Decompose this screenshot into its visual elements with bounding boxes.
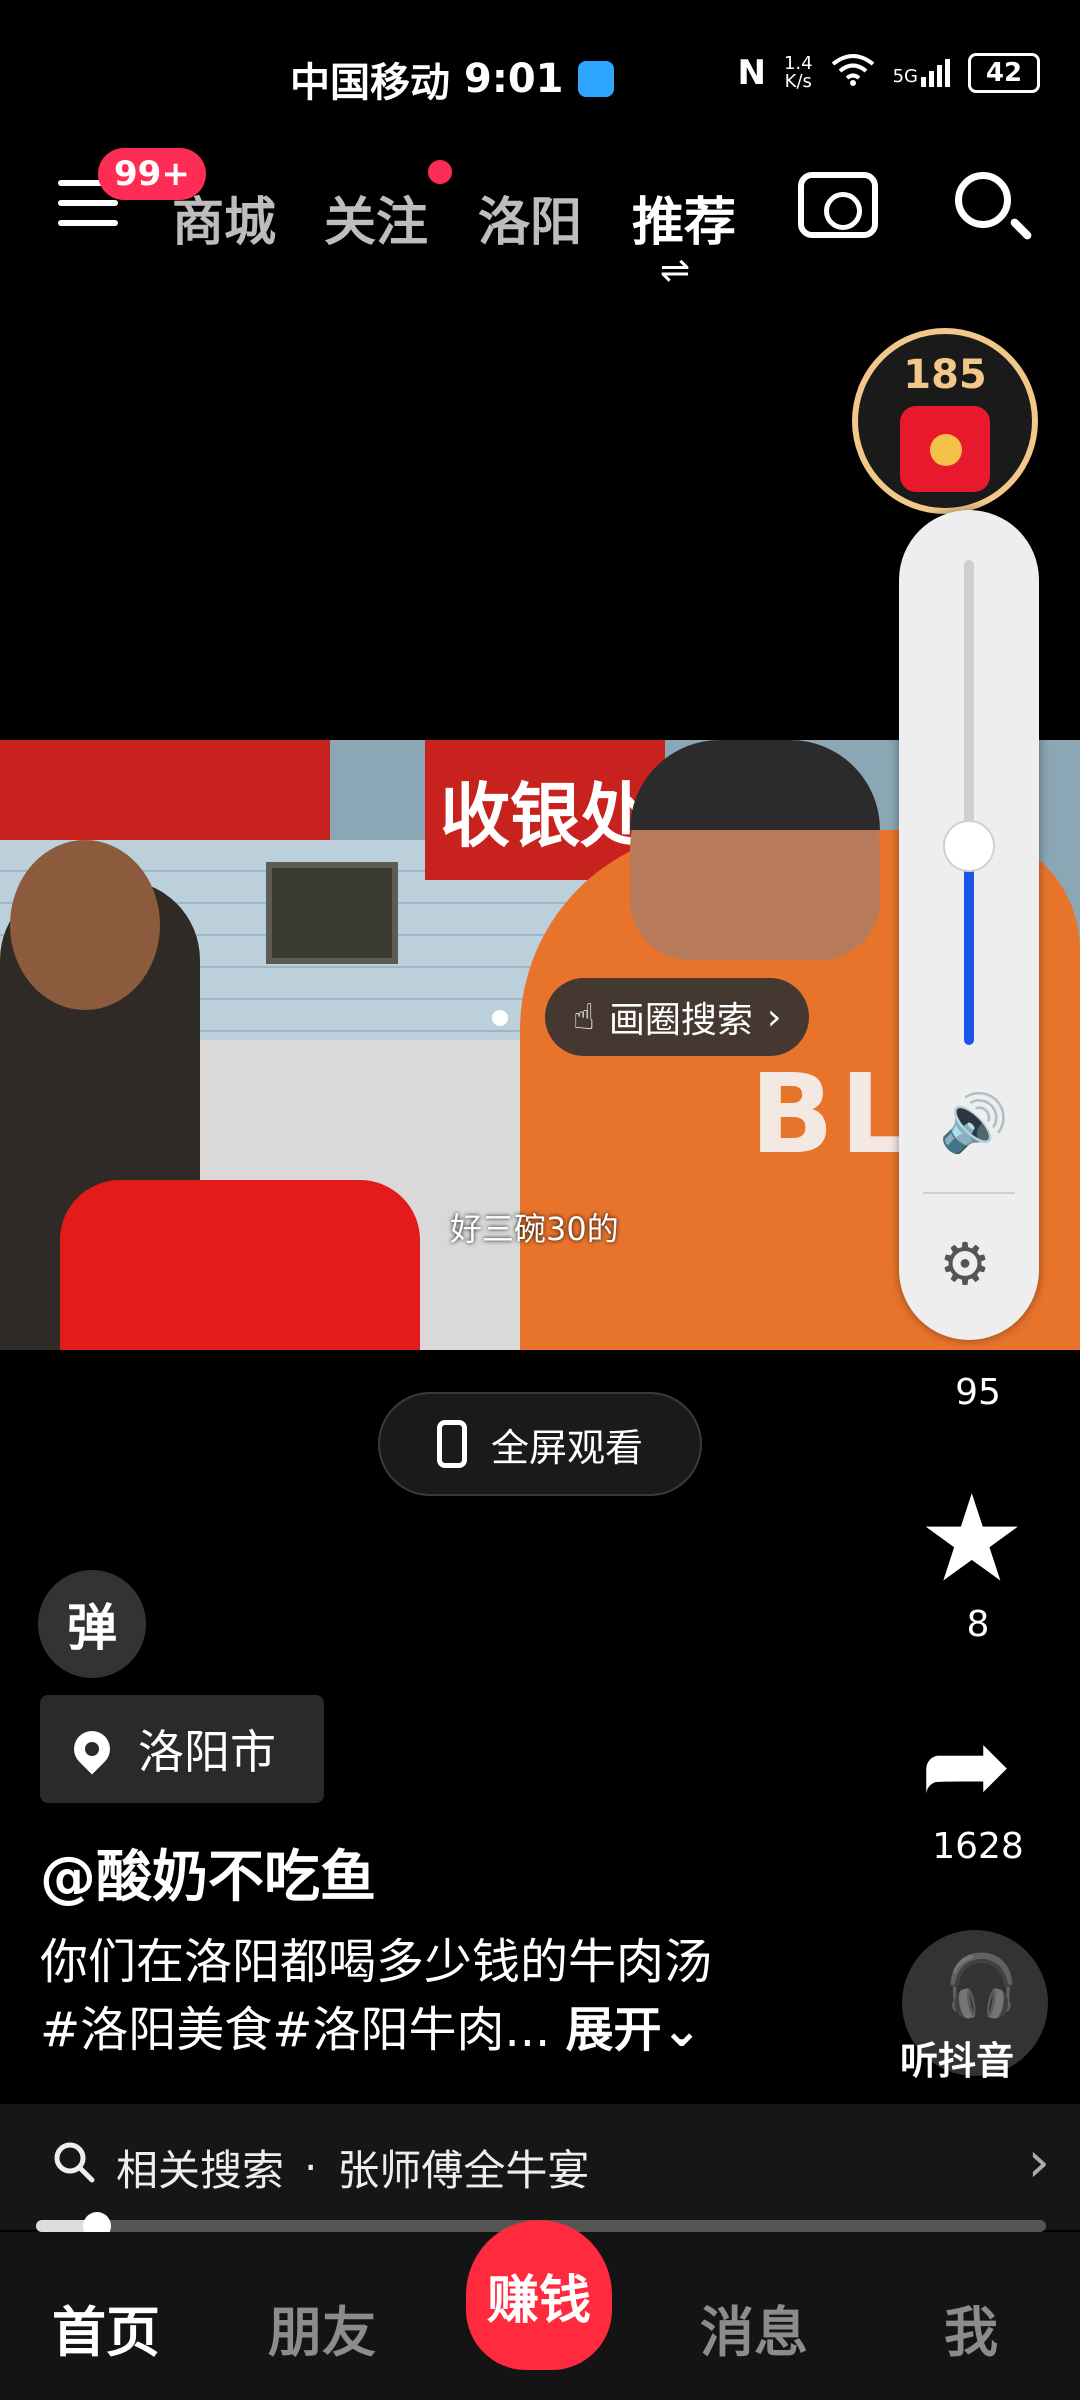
swap-icon: ⇌ xyxy=(660,250,691,291)
volume-divider xyxy=(923,1192,1015,1194)
tab-following[interactable]: 关注 xyxy=(324,180,428,255)
person-left-head xyxy=(10,840,160,1010)
tab-local[interactable]: 洛阳 xyxy=(478,180,582,255)
tab-mall[interactable]: 商城 xyxy=(172,180,276,255)
red-bowls xyxy=(60,1180,420,1350)
coin-icon xyxy=(930,434,962,466)
circle-search-dot xyxy=(492,1010,508,1026)
network-speed: 1.4 K/s xyxy=(784,55,813,91)
volume-fill xyxy=(964,855,974,1045)
location-tag[interactable]: 洛阳市 xyxy=(40,1695,324,1803)
related-search-prefix: 相关搜索 xyxy=(116,2145,285,2195)
wifi-icon xyxy=(831,52,875,94)
fullscreen-button[interactable]: 全屏观看 xyxy=(378,1392,702,1496)
headphones-icon: 🎧 xyxy=(944,1951,1019,2021)
battery-icon: 42 xyxy=(968,53,1040,93)
volume-slider-knob[interactable] xyxy=(943,820,995,872)
clock: 9:01 xyxy=(464,56,564,102)
nav-home[interactable]: 首页 xyxy=(52,2288,160,2367)
rotate-phone-icon xyxy=(436,1420,467,1468)
related-search-separator: · xyxy=(304,2142,318,2192)
hashtags[interactable]: #洛阳美食#洛阳牛肉... xyxy=(40,2002,550,2058)
chevron-right-icon: › xyxy=(1027,2130,1050,2195)
circle-search-button[interactable]: ☝ 画圈搜索 › xyxy=(545,978,810,1056)
reward-count: 185 xyxy=(903,352,987,398)
search-icon xyxy=(52,2140,96,2194)
status-bar-left: 中国移动 9:01 xyxy=(290,50,614,108)
expand-button[interactable]: 展开⌄ xyxy=(565,2002,701,2058)
hand-pointer-icon: ☝ xyxy=(573,996,595,1038)
settings-gear-icon[interactable]: ⚙ xyxy=(939,1230,991,1298)
share-count: 1628 xyxy=(932,1826,1024,1867)
related-search-query: 张师傅全牛宴 xyxy=(337,2145,590,2195)
location-pin-icon xyxy=(66,1723,118,1775)
danmaku-toggle[interactable]: 弹 xyxy=(38,1570,146,1678)
shirt-print: BL xyxy=(750,1050,916,1178)
video-description[interactable]: 你们在洛阳都喝多少钱的牛肉汤 #洛阳美食#洛阳牛肉... 展开⌄ xyxy=(40,1928,880,2064)
nav-messages[interactable]: 消息 xyxy=(700,2288,808,2367)
fullscreen-label: 全屏观看 xyxy=(490,1425,643,1470)
nav-me[interactable]: 我 xyxy=(944,2288,998,2367)
nav-friends[interactable]: 朋友 xyxy=(268,2288,376,2367)
listen-label: 听抖音 xyxy=(900,2039,1015,2083)
chevron-right-icon: › xyxy=(766,996,782,1038)
app-notification-icon xyxy=(577,61,614,97)
carrier-label: 中国移动 xyxy=(290,60,450,106)
camera-icon[interactable] xyxy=(798,172,878,238)
volume-panel[interactable]: 🔊 ⚙ xyxy=(899,510,1039,1340)
favorite-count: 8 xyxy=(966,1604,990,1645)
related-search-bar[interactable]: 相关搜索 · 张师傅全牛宴 xyxy=(0,2104,1080,2230)
circle-search-label: 画圈搜索 xyxy=(608,1000,753,1041)
reward-widget[interactable]: 185 xyxy=(852,328,1038,514)
status-bar-right: N 1.4 K/s 5G 42 xyxy=(737,52,1040,94)
tab-recommend[interactable]: 推荐 xyxy=(632,180,736,255)
nfc-icon: N xyxy=(737,53,766,93)
author-name[interactable]: @酸奶不吃鱼 xyxy=(40,1832,376,1913)
bottom-nav: 首页 朋友 赚钱 消息 我 xyxy=(0,2220,1080,2400)
speaker-icon[interactable]: 🔊 xyxy=(939,1090,1009,1156)
share-arrow-icon[interactable]: ➦ xyxy=(920,1710,1012,1820)
expand-label: 展开 xyxy=(565,2002,662,2058)
red-banner-left xyxy=(0,740,330,840)
description-line-1: 你们在洛阳都喝多少钱的牛肉汤 xyxy=(40,1934,713,1990)
location-label: 洛阳市 xyxy=(138,1725,276,1779)
following-dot xyxy=(428,160,452,184)
signal-icon: 5G xyxy=(893,59,950,87)
video-subtitle: 好三碗30的 xyxy=(450,1210,619,1248)
signal-label: 5G xyxy=(892,66,918,87)
comment-count: 95 xyxy=(955,1372,1001,1413)
person-right-hair xyxy=(630,740,880,830)
wall-window xyxy=(266,862,398,964)
network-speed-unit: K/s xyxy=(784,71,812,92)
favorite-star-icon[interactable]: ★ xyxy=(918,1480,1026,1600)
nav-earn[interactable]: 赚钱 xyxy=(466,2220,612,2370)
search-icon[interactable] xyxy=(955,172,1011,228)
